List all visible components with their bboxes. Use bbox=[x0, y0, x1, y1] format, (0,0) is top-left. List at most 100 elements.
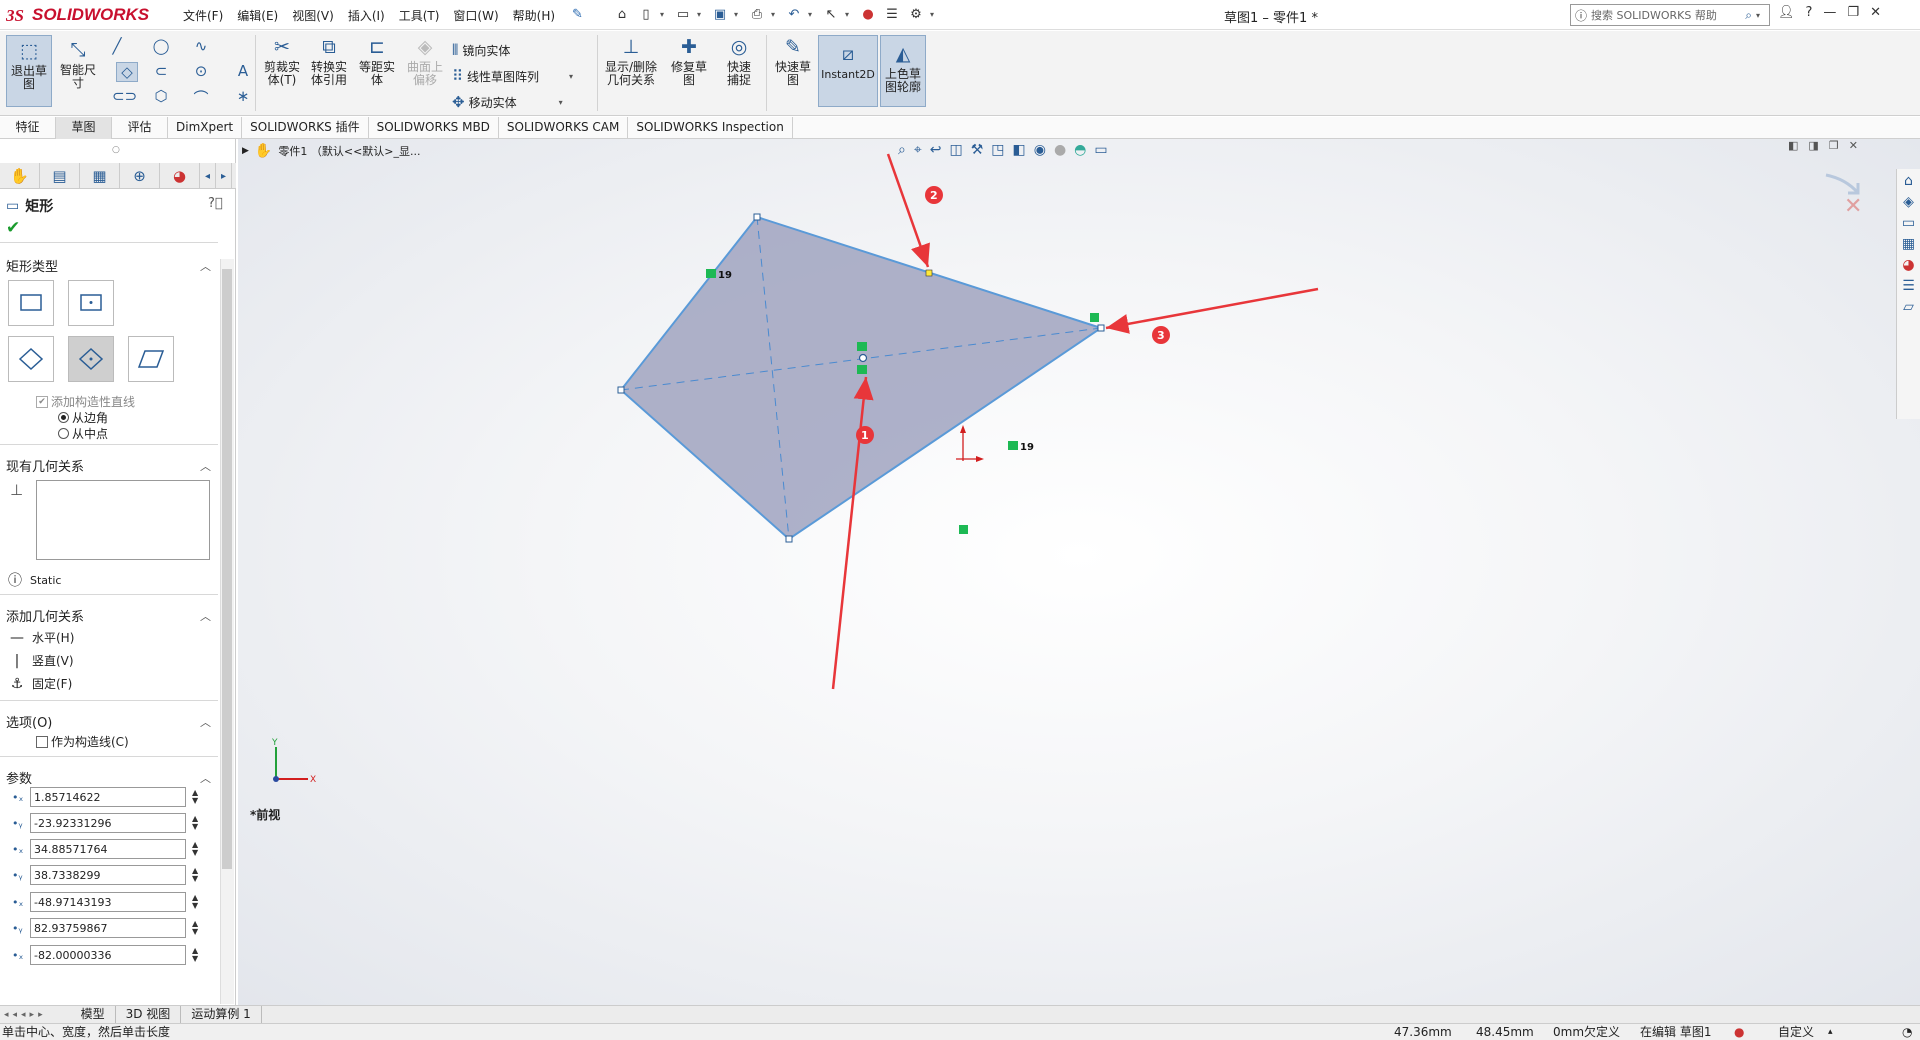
ellipse-icon[interactable]: ⊙ bbox=[190, 62, 212, 80]
midpoint-marker[interactable] bbox=[925, 269, 933, 277]
circle-icon[interactable]: ◯ bbox=[150, 37, 172, 55]
chevron-down-icon[interactable]: ▾ bbox=[1756, 11, 1765, 20]
chevron-down-icon[interactable]: ▾ bbox=[660, 10, 669, 19]
menu-window[interactable]: 窗口(W) bbox=[446, 7, 505, 24]
checkbox-icon[interactable]: ✔ bbox=[36, 395, 48, 408]
spinner-icon[interactable]: ▲ ▼ bbox=[192, 920, 198, 936]
restore-icon[interactable]: ❐ bbox=[1847, 5, 1859, 20]
polygon-icon[interactable]: ⬡ bbox=[150, 87, 172, 105]
instant2d-button[interactable]: ⧄ Instant2D bbox=[818, 35, 878, 107]
rebuild-traffic-light-icon[interactable]: ● bbox=[858, 4, 878, 24]
tab-3d-views[interactable]: 3D 视图 bbox=[116, 1005, 182, 1024]
spline-icon[interactable]: ∿ bbox=[190, 37, 212, 55]
collapse-chevron-icon[interactable]: ︿ bbox=[200, 770, 211, 786]
chevron-down-icon[interactable]: ▾ bbox=[697, 10, 706, 19]
param-x2-input[interactable] bbox=[30, 839, 186, 859]
surface-offset-button[interactable]: ◈ 曲面上偏移 bbox=[402, 35, 448, 107]
menu-view[interactable]: 视图(V) bbox=[285, 7, 341, 24]
pin-icon[interactable]: ✎ bbox=[572, 7, 583, 22]
menu-tools[interactable]: 工具(T) bbox=[392, 7, 447, 24]
tab-features[interactable]: 特征 bbox=[0, 117, 56, 139]
param-y3-input[interactable] bbox=[30, 918, 186, 938]
shaded-sketch-contours-button[interactable]: ◭ 上色草图轮廓 bbox=[880, 35, 926, 107]
property-manager-tab-icon[interactable]: ▤ bbox=[40, 163, 80, 189]
pm-help-icon[interactable]: ?⃝ bbox=[208, 196, 223, 211]
checkbox-icon[interactable] bbox=[36, 735, 48, 748]
rect-type-heading[interactable]: 矩形类型 bbox=[6, 256, 58, 275]
rectangle-sketch[interactable] bbox=[619, 215, 1104, 541]
user-icon[interactable]: 👤︎ bbox=[1778, 5, 1795, 20]
collapse-chevron-icon[interactable]: ︿ bbox=[200, 714, 211, 730]
corner-rectangle-button[interactable] bbox=[8, 280, 54, 326]
vertical-relation-button[interactable]: | 竖直(V) bbox=[8, 652, 74, 669]
panel-grip[interactable]: ○ bbox=[112, 145, 120, 155]
menu-help[interactable]: 帮助(H) bbox=[506, 7, 562, 24]
search-icon[interactable]: ⌕ bbox=[1745, 8, 1752, 23]
tab-scroll-right-icon[interactable]: ▸ bbox=[216, 163, 232, 189]
new-document-icon[interactable]: ▯ bbox=[636, 4, 656, 24]
3-point-corner-rectangle-button[interactable] bbox=[8, 336, 54, 382]
spinner-icon[interactable]: ▲ ▼ bbox=[192, 841, 198, 857]
linear-pattern-button[interactable]: ⠿ 线性草图阵列 ▾ bbox=[452, 67, 578, 85]
feature-manager-tab-icon[interactable]: ✋ bbox=[0, 163, 40, 189]
tab-cam[interactable]: SOLIDWORKS CAM bbox=[499, 117, 629, 139]
save-icon[interactable]: ▣ bbox=[710, 4, 730, 24]
help-question-icon[interactable]: ? bbox=[1806, 5, 1813, 20]
for-construction-option[interactable]: 作为构造线(C) bbox=[36, 733, 129, 750]
radio-icon[interactable] bbox=[58, 412, 69, 423]
tab-sketch[interactable]: 草图 bbox=[56, 117, 112, 139]
add-relations-heading[interactable]: 添加几何关系 bbox=[6, 606, 84, 625]
smart-dimension-button[interactable]: ⤡ 智能尺寸 bbox=[56, 35, 100, 107]
chevron-up-icon[interactable]: ▴ bbox=[1828, 1024, 1833, 1040]
slot-straight-icon[interactable]: ⊂⊃ bbox=[112, 87, 137, 105]
tab-scroll-left-icon[interactable]: ◂ bbox=[200, 163, 216, 189]
vertex-point[interactable] bbox=[617, 386, 625, 394]
trim-entities-button[interactable]: ✂ 剪裁实体(T) bbox=[260, 35, 304, 107]
spinner-icon[interactable]: ▲ ▼ bbox=[192, 815, 198, 831]
vertex-point[interactable] bbox=[785, 535, 793, 543]
chevron-down-icon[interactable]: ▾ bbox=[559, 98, 568, 107]
parallelogram-button[interactable] bbox=[128, 336, 174, 382]
chevron-down-icon[interactable]: ▾ bbox=[771, 10, 780, 19]
fillet-icon[interactable]: ⌒ bbox=[190, 87, 212, 108]
select-cursor-icon[interactable]: ↖ bbox=[821, 4, 841, 24]
tab-motion-study[interactable]: 运动算例 1 bbox=[181, 1005, 262, 1024]
chevron-down-icon[interactable]: ▾ bbox=[930, 10, 939, 19]
show-relations-button[interactable]: ⊥ 显示/删除几何关系 bbox=[600, 35, 662, 107]
unit-system[interactable]: 自定义 bbox=[1778, 1024, 1814, 1040]
minimize-icon[interactable]: — bbox=[1823, 5, 1836, 20]
spinner-icon[interactable]: ▲ ▼ bbox=[192, 947, 198, 963]
tab-mbd[interactable]: SOLIDWORKS MBD bbox=[369, 117, 499, 139]
menu-edit[interactable]: 编辑(E) bbox=[230, 7, 285, 24]
sketch-canvas[interactable]: 19 19 1 2 3 Y X bbox=[238, 139, 1920, 1005]
undo-icon[interactable]: ↶ bbox=[784, 4, 804, 24]
slot-icon[interactable]: ⊂ bbox=[150, 62, 172, 80]
repair-sketch-button[interactable]: ✚ 修复草图 bbox=[666, 35, 712, 107]
collapse-chevron-icon[interactable]: ︿ bbox=[200, 608, 211, 624]
center-rectangle-button[interactable] bbox=[68, 280, 114, 326]
spinner-icon[interactable]: ▲ ▼ bbox=[192, 789, 198, 805]
existing-relations-heading[interactable]: 现有几何关系 bbox=[6, 456, 84, 475]
chevron-down-icon[interactable]: ▾ bbox=[808, 10, 817, 19]
menu-insert[interactable]: 插入(I) bbox=[341, 7, 392, 24]
param-x1-input[interactable] bbox=[30, 787, 186, 807]
param-y2-input[interactable] bbox=[30, 865, 186, 885]
fix-relation-button[interactable]: ⚓︎ 固定(F) bbox=[8, 675, 73, 692]
chevron-down-icon[interactable]: ▾ bbox=[569, 72, 578, 81]
from-corners-radio[interactable]: 从边角 bbox=[58, 409, 108, 426]
graphics-area[interactable]: ▶ ✋ 零件1 （默认<<默认>_显... ⌕ ⌖ ↩︎ ◫ ⚒ ◳ ◧ ◉ ●… bbox=[238, 139, 1920, 1005]
spinner-icon[interactable]: ▲ ▼ bbox=[192, 894, 198, 910]
param-y1-input[interactable] bbox=[30, 813, 186, 833]
configuration-manager-tab-icon[interactable]: ▦ bbox=[80, 163, 120, 189]
ok-checkmark-icon[interactable]: ✔ bbox=[6, 218, 20, 238]
center-point[interactable] bbox=[858, 353, 868, 363]
print-icon[interactable]: ⎙ bbox=[747, 4, 767, 24]
tab-dimxpert[interactable]: DimXpert bbox=[168, 117, 243, 139]
open-folder-icon[interactable]: ▭ bbox=[673, 4, 693, 24]
collapse-chevron-icon[interactable]: ︿ bbox=[200, 258, 211, 274]
parameters-heading[interactable]: 参数 bbox=[6, 768, 32, 787]
3-point-center-rectangle-button[interactable] bbox=[68, 336, 114, 382]
param-x3-input[interactable] bbox=[30, 892, 186, 912]
vertex-point[interactable] bbox=[753, 213, 761, 221]
help-search-box[interactable]: ⓘ 搜索 SOLIDWORKS 帮助 ⌕ ▾ bbox=[1570, 4, 1770, 26]
